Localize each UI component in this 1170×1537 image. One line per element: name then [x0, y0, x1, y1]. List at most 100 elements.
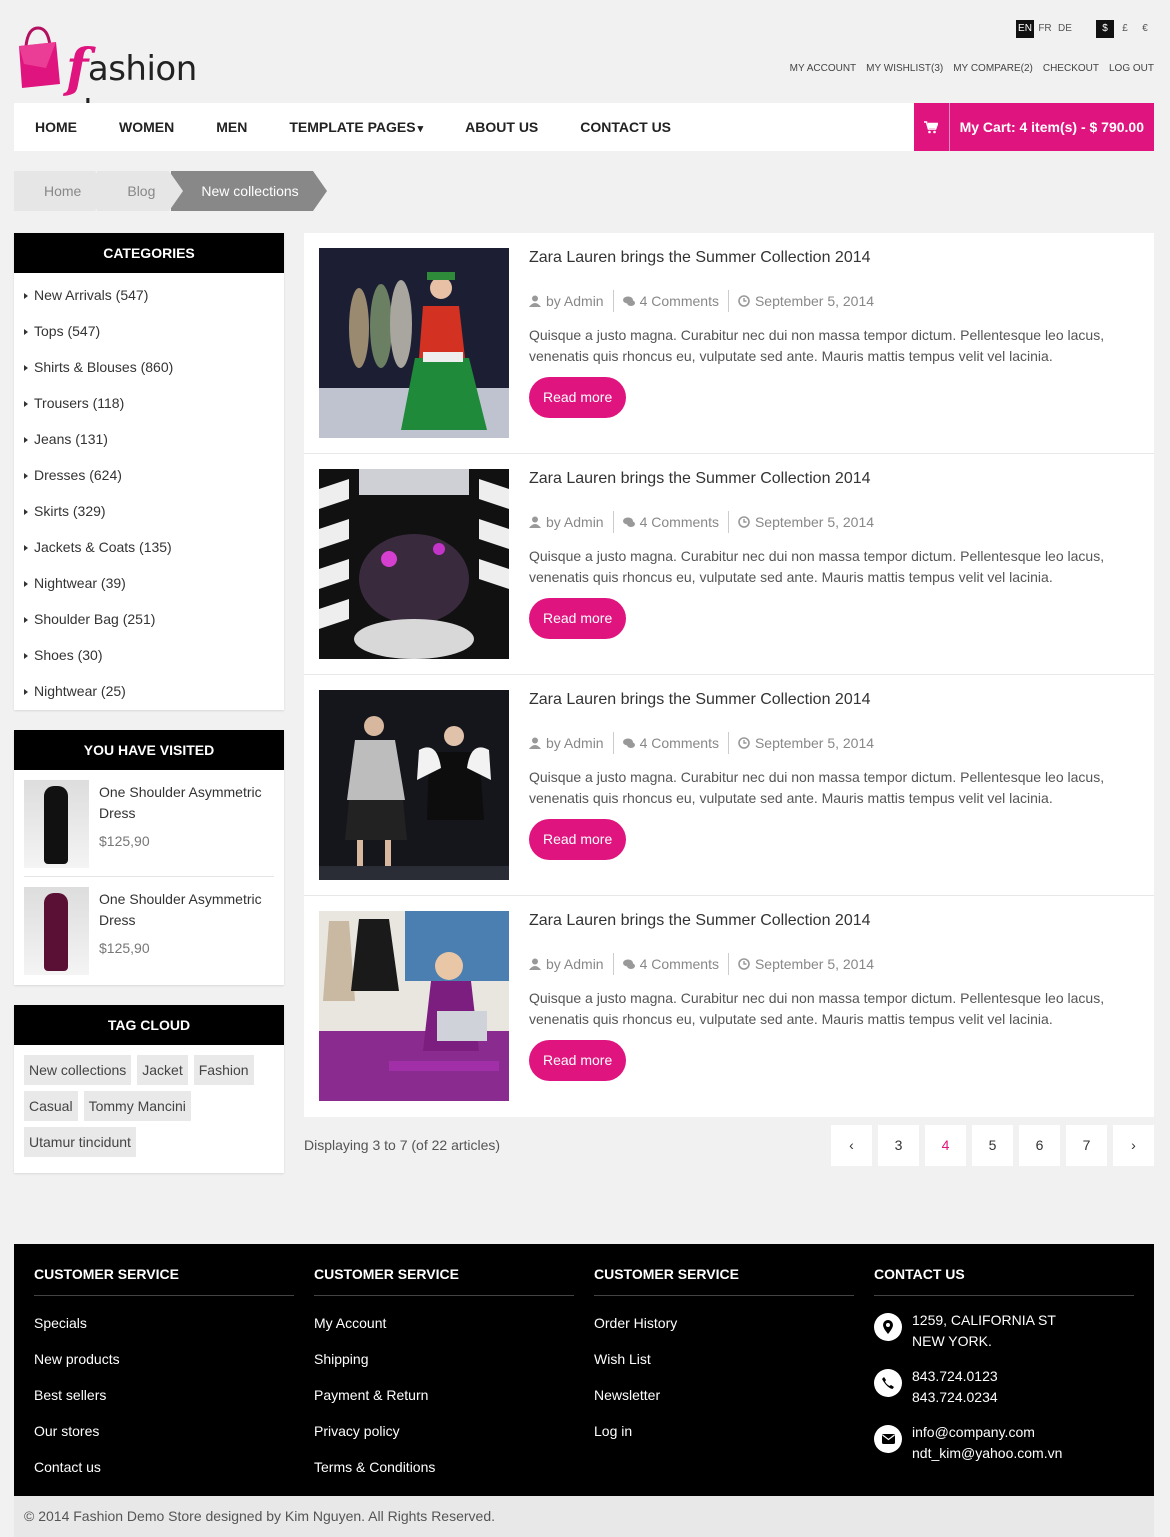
footer-link[interactable]: Contact us — [34, 1449, 294, 1485]
category-item[interactable]: Tops (547) — [14, 313, 284, 349]
nav-contact-us[interactable]: CONTACT US — [559, 119, 692, 135]
footer-link[interactable]: Privacy policy — [314, 1413, 574, 1449]
post-author[interactable]: by Admin — [546, 514, 604, 530]
phone-number[interactable]: 843.724.0234 — [912, 1387, 998, 1408]
nav-women[interactable]: WOMEN — [98, 119, 195, 135]
blog-post: Zara Lauren brings the Summer Collection… — [304, 675, 1154, 896]
footer-link[interactable]: Terms & Conditions — [314, 1449, 574, 1485]
post-comments[interactable]: 4 Comments — [640, 956, 719, 972]
tag[interactable]: Fashion — [193, 1055, 254, 1085]
post-author[interactable]: by Admin — [546, 293, 604, 309]
logo[interactable]: fashion shop — [16, 22, 276, 133]
post-title[interactable]: Zara Lauren brings the Summer Collection… — [529, 691, 871, 709]
category-item[interactable]: New Arrivals (547) — [14, 277, 284, 313]
next-page-button[interactable]: › — [1113, 1125, 1154, 1166]
post-comments[interactable]: 4 Comments — [640, 514, 719, 530]
phone-number[interactable]: 843.724.0123 — [912, 1366, 998, 1387]
read-more-button[interactable]: Read more — [529, 1040, 627, 1081]
currency-usd[interactable]: $ — [1096, 20, 1114, 38]
lang-de[interactable]: DE — [1056, 20, 1074, 38]
category-item[interactable]: Dresses (624) — [14, 457, 284, 493]
footer-link[interactable]: New products — [34, 1341, 294, 1377]
product-name[interactable]: One Shoulder Asymmetric Dress — [99, 889, 274, 931]
page-button-current[interactable]: 4 — [925, 1125, 966, 1166]
visited-product[interactable]: One Shoulder Asymmetric Dress $125,90 — [24, 770, 274, 877]
footer-column: CUSTOMER SERVICE Specials New products B… — [34, 1266, 294, 1485]
lang-en[interactable]: EN — [1016, 20, 1034, 38]
currency-gbp[interactable]: £ — [1116, 20, 1134, 38]
tag[interactable]: New collections — [24, 1055, 132, 1085]
breadcrumb-current: New collections — [171, 171, 327, 211]
blog-post-list: Zara Lauren brings the Summer Collection… — [304, 233, 1154, 1117]
page-button[interactable]: 5 — [972, 1125, 1013, 1166]
lang-fr[interactable]: FR — [1036, 20, 1054, 38]
nav-template-pages[interactable]: TEMPLATE PAGES — [268, 119, 444, 135]
post-image[interactable] — [319, 911, 509, 1101]
nav-home[interactable]: HOME — [14, 119, 98, 135]
product-thumbnail[interactable] — [24, 887, 89, 975]
my-compare-link[interactable]: MY COMPARE(2) — [953, 63, 1033, 74]
post-image[interactable] — [319, 248, 509, 438]
tag[interactable]: Utamur tincidunt — [24, 1127, 136, 1157]
footer-link[interactable]: Specials — [34, 1305, 294, 1341]
tag[interactable]: Jacket — [137, 1055, 188, 1085]
post-title[interactable]: Zara Lauren brings the Summer Collection… — [529, 470, 871, 488]
product-thumbnail[interactable] — [24, 780, 89, 868]
post-author[interactable]: by Admin — [546, 956, 604, 972]
post-image[interactable] — [319, 690, 509, 880]
copyright-text: © 2014 Fashion Demo Store designed by Ki… — [24, 1508, 496, 1524]
breadcrumb-home[interactable]: Home — [14, 171, 110, 211]
footer-heading: CUSTOMER SERVICE — [594, 1266, 854, 1296]
footer-link[interactable]: Order History — [594, 1305, 854, 1341]
post-author[interactable]: by Admin — [546, 735, 604, 751]
footer-link[interactable]: Shipping — [314, 1341, 574, 1377]
post-comments[interactable]: 4 Comments — [640, 293, 719, 309]
visited-product[interactable]: One Shoulder Asymmetric Dress $125,90 — [24, 877, 274, 983]
cart-button[interactable]: My Cart: 4 item(s) - $ 790.00 — [913, 103, 1154, 151]
tag[interactable]: Tommy Mancini — [83, 1091, 191, 1121]
post-image[interactable] — [319, 469, 509, 659]
page-button[interactable]: 6 — [1019, 1125, 1060, 1166]
footer-link[interactable]: Best sellers — [34, 1377, 294, 1413]
footer-link[interactable]: Payment & Return — [314, 1377, 574, 1413]
checkout-link[interactable]: CHECKOUT — [1043, 63, 1099, 74]
product-name[interactable]: One Shoulder Asymmetric Dress — [99, 782, 274, 824]
currency-eur[interactable]: € — [1136, 20, 1154, 38]
page-button[interactable]: 7 — [1066, 1125, 1107, 1166]
my-account-link[interactable]: MY ACCOUNT — [790, 63, 857, 74]
category-item[interactable]: Shoes (30) — [14, 637, 284, 673]
read-more-button[interactable]: Read more — [529, 819, 627, 860]
footer-link[interactable]: Wish List — [594, 1341, 854, 1377]
post-title[interactable]: Zara Lauren brings the Summer Collection… — [529, 912, 871, 930]
category-item[interactable]: Shirts & Blouses (860) — [14, 349, 284, 385]
category-item[interactable]: Jeans (131) — [14, 421, 284, 457]
logout-link[interactable]: LOG OUT — [1109, 63, 1154, 74]
footer-link[interactable]: Newsletter — [594, 1377, 854, 1413]
phone-icon — [874, 1369, 902, 1397]
my-wishlist-link[interactable]: MY WISHLIST(3) — [866, 63, 943, 74]
read-more-button[interactable]: Read more — [529, 377, 627, 418]
category-item[interactable]: Jackets & Coats (135) — [14, 529, 284, 565]
category-item[interactable]: Nightwear (39) — [14, 565, 284, 601]
footer-link[interactable]: Log in — [594, 1413, 854, 1449]
category-item[interactable]: Skirts (329) — [14, 493, 284, 529]
email-address[interactable]: info@company.com — [912, 1422, 1062, 1443]
footer-link[interactable]: Our stores — [34, 1413, 294, 1449]
category-item[interactable]: Trousers (118) — [14, 385, 284, 421]
category-item[interactable]: Shoulder Bag (251) — [14, 601, 284, 637]
contact-email: info@company.com ndt_kim@yahoo.com.vn — [874, 1422, 1134, 1464]
post-comments[interactable]: 4 Comments — [640, 735, 719, 751]
envelope-icon — [874, 1425, 902, 1453]
post-title[interactable]: Zara Lauren brings the Summer Collection… — [529, 249, 871, 267]
page-button[interactable]: 3 — [878, 1125, 919, 1166]
prev-page-button[interactable]: ‹ — [831, 1125, 872, 1166]
email-address[interactable]: ndt_kim@yahoo.com.vn — [912, 1443, 1062, 1464]
read-more-button[interactable]: Read more — [529, 598, 627, 639]
product-price: $125,90 — [99, 833, 150, 849]
tag[interactable]: Casual — [24, 1091, 78, 1121]
nav-about-us[interactable]: ABOUT US — [444, 119, 559, 135]
category-item[interactable]: Nightwear (25) — [14, 673, 284, 709]
footer-heading: CUSTOMER SERVICE — [34, 1266, 294, 1296]
nav-men[interactable]: MEN — [195, 119, 268, 135]
footer-link[interactable]: My Account — [314, 1305, 574, 1341]
